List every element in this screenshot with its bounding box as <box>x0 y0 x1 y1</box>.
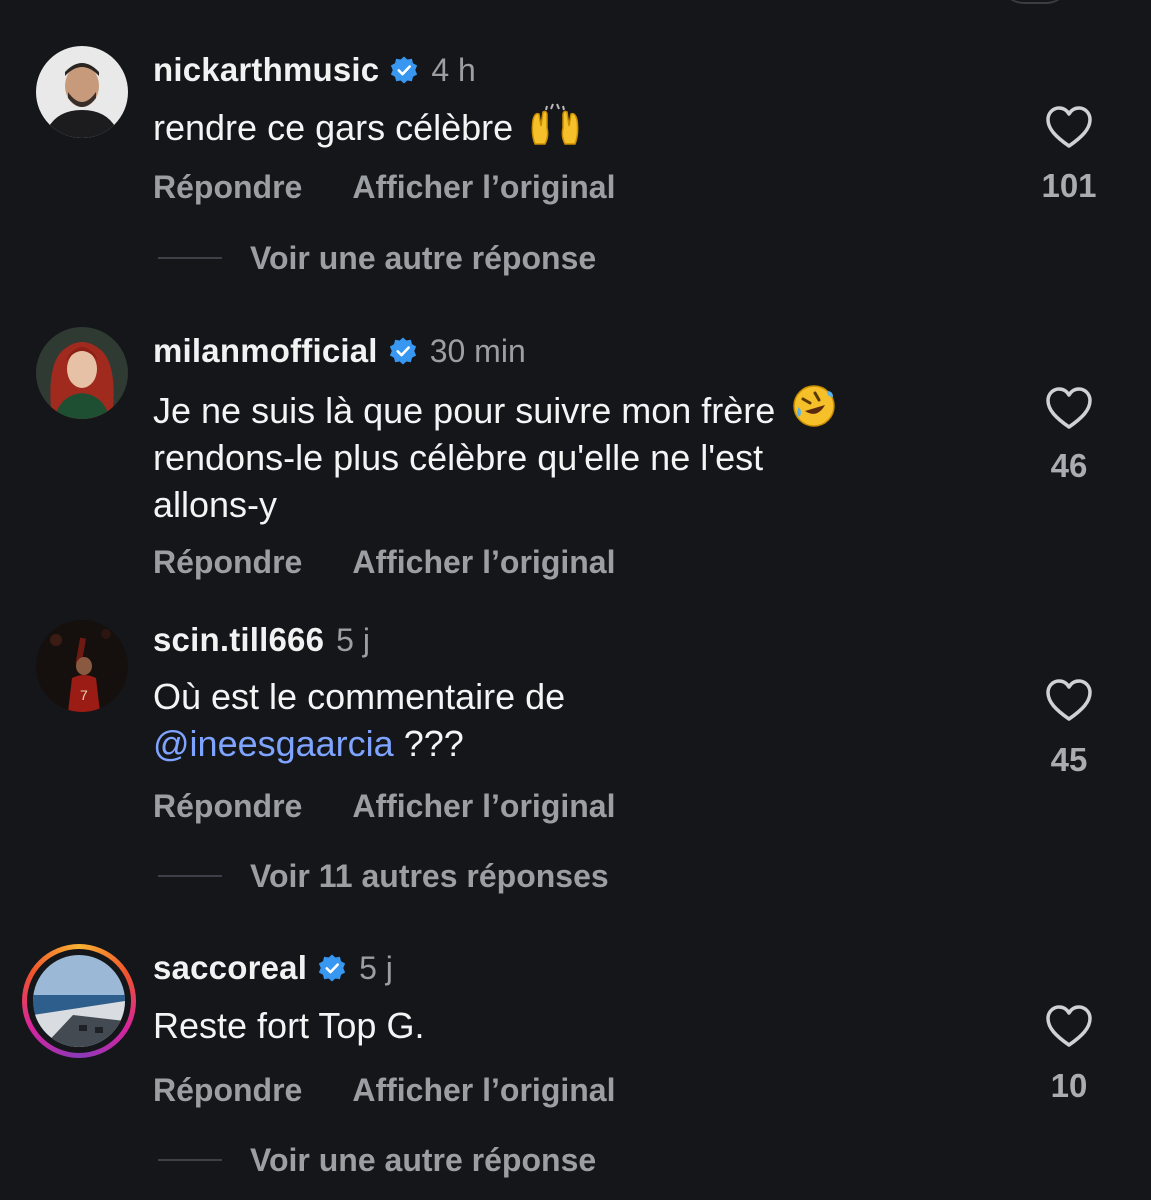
show-original-button[interactable]: Afficher l’original <box>352 544 615 581</box>
show-original-button[interactable]: Afficher l’original <box>352 169 615 206</box>
view-replies-label: Voir 11 autres réponses <box>250 857 609 894</box>
mention-link[interactable]: @ineesgaarcia <box>153 723 394 764</box>
scroll-indicator <box>1000 0 1070 4</box>
verified-badge-icon <box>391 56 418 84</box>
replies-divider <box>158 257 222 259</box>
avatar[interactable]: 7 <box>36 620 128 712</box>
reply-button[interactable]: Répondre <box>153 1072 302 1109</box>
like-count: 45 <box>1050 741 1088 778</box>
show-original-button[interactable]: Afficher l’original <box>352 788 615 825</box>
svg-text:7: 7 <box>80 687 88 703</box>
comment-text-line: rendons-le plus célèbre qu'elle ne l'est <box>153 437 764 478</box>
heart-icon[interactable] <box>1044 1003 1094 1049</box>
comment-text-content: rendre ce gars célèbre <box>153 107 514 148</box>
view-replies-button[interactable]: Voir 11 autres réponses <box>158 856 609 896</box>
replies-divider <box>158 1159 222 1161</box>
comment-text-line: Je ne suis là que pour suivre mon frère <box>153 390 776 431</box>
reply-button[interactable]: Répondre <box>153 169 302 206</box>
comment-text: rendre ce gars célèbre <box>153 102 973 151</box>
rolling-laughing-icon <box>793 385 836 427</box>
comment-time: 4 h <box>431 51 476 88</box>
view-replies-label: Voir une autre réponse <box>250 239 597 276</box>
raising-hands-icon <box>531 103 579 145</box>
reply-button[interactable]: Répondre <box>153 544 302 581</box>
comment-time: 5 j <box>336 621 370 658</box>
show-original-button[interactable]: Afficher l’original <box>352 1072 615 1109</box>
story-ring[interactable] <box>22 944 136 1058</box>
comment-text: Je ne suis là que pour suivre mon frère … <box>153 383 973 528</box>
comment-text-line: allons-y <box>153 484 278 525</box>
avatar[interactable] <box>33 955 125 1047</box>
verified-badge-icon <box>389 337 416 365</box>
comment-text-line: Où est le commentaire de <box>153 676 566 717</box>
like-count: 46 <box>1050 447 1088 484</box>
heart-icon[interactable] <box>1044 104 1094 150</box>
replies-divider <box>158 875 222 877</box>
heart-icon[interactable] <box>1044 385 1094 431</box>
verified-badge-icon <box>318 954 346 982</box>
comment-text: Reste fort Top G. <box>153 1002 973 1049</box>
view-replies-button[interactable]: Voir une autre réponse <box>158 1140 596 1180</box>
username[interactable]: saccoreal <box>153 949 307 987</box>
like-count: 10 <box>1050 1067 1088 1104</box>
username[interactable]: scin.till666 <box>153 621 324 659</box>
username[interactable]: nickarthmusic <box>153 51 379 89</box>
reply-button[interactable]: Répondre <box>153 788 302 825</box>
view-replies-label: Voir une autre réponse <box>250 1141 597 1178</box>
comment-time: 30 min <box>429 332 526 369</box>
like-count: 101 <box>1041 167 1097 204</box>
comment-text-content: Reste fort Top G. <box>153 1005 425 1046</box>
heart-icon[interactable] <box>1044 677 1094 723</box>
avatar[interactable] <box>36 327 128 419</box>
comment-time: 5 j <box>359 949 393 986</box>
comment-text: Où est le commentaire de @ineesgaarcia ?… <box>153 673 973 767</box>
view-replies-button[interactable]: Voir une autre réponse <box>158 238 596 278</box>
avatar[interactable] <box>36 46 128 138</box>
username[interactable]: milanmofficial <box>153 332 378 370</box>
comment-text-suffix: ??? <box>393 723 464 764</box>
